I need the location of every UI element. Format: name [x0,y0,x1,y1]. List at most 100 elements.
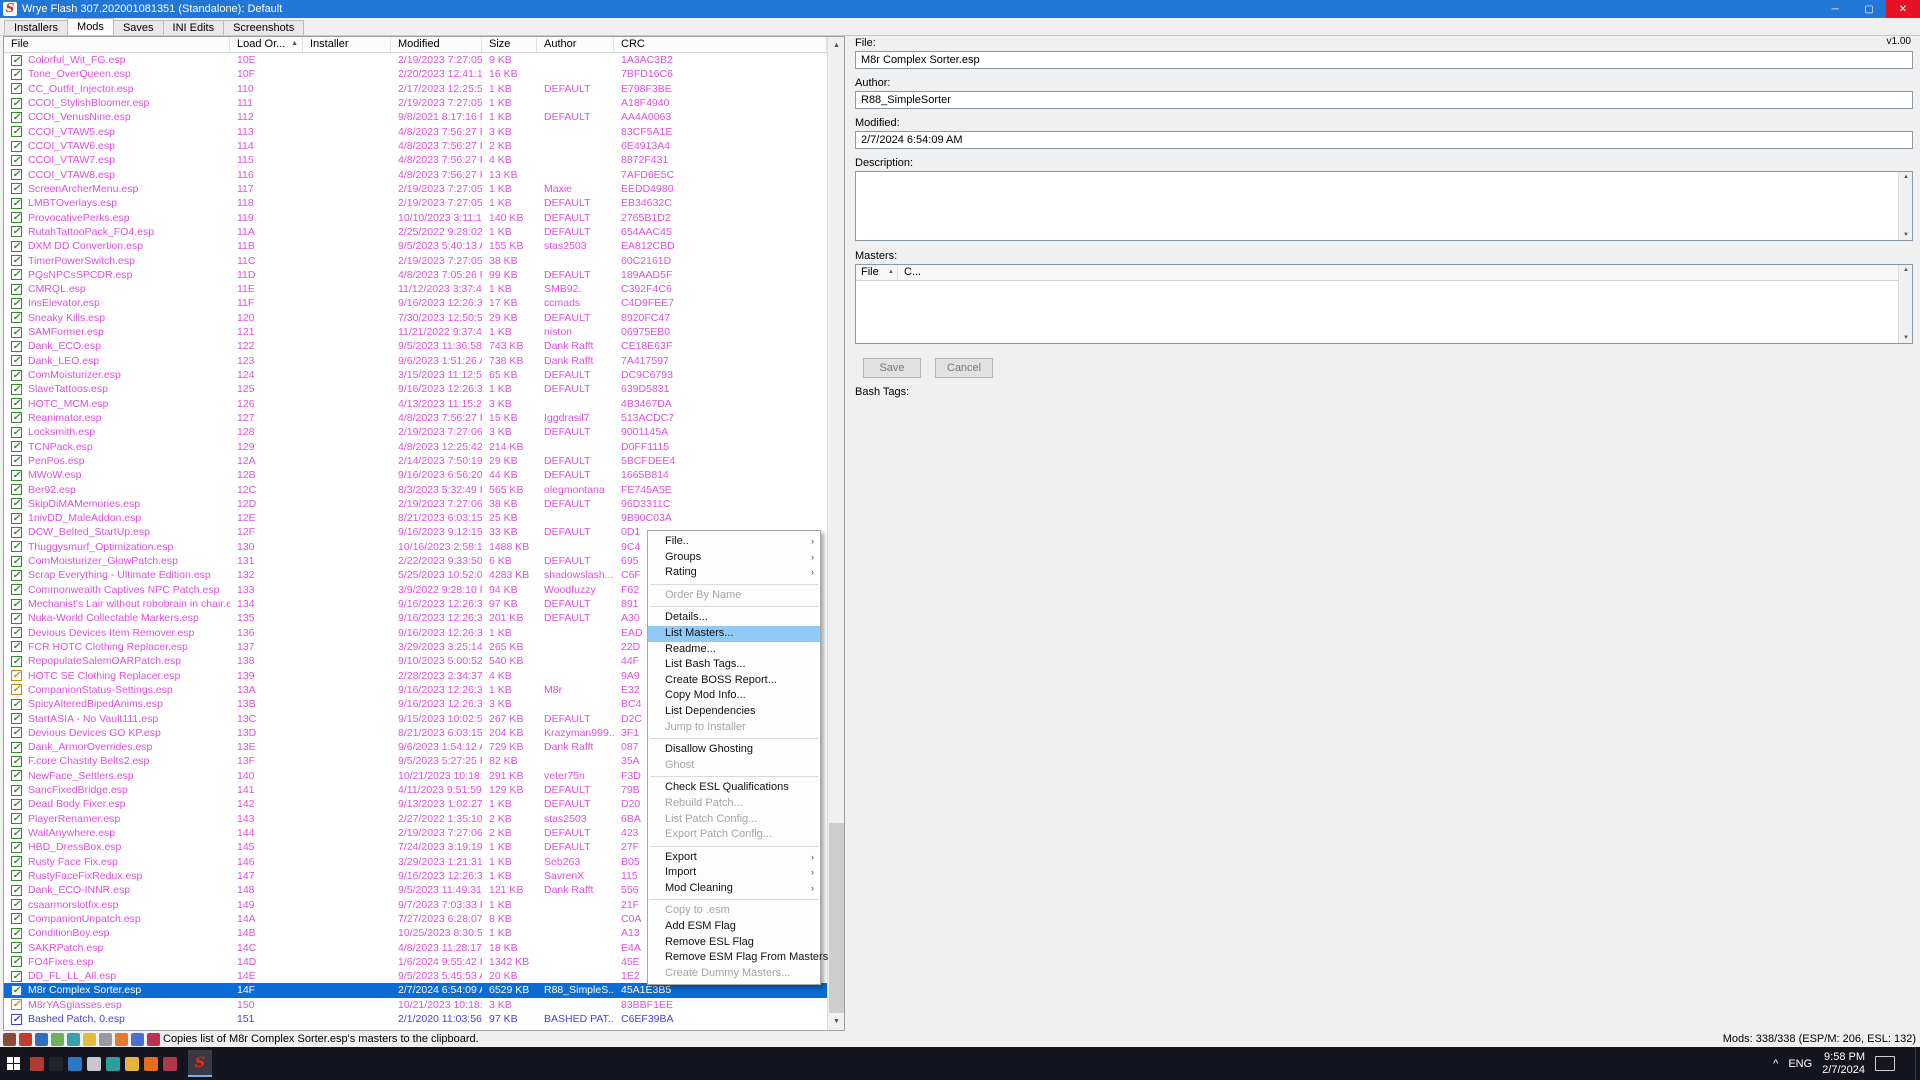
mod-row[interactable]: Ber92.esp 12C 8/3/2023 5:32:49 PM 565 KB… [4,482,827,496]
tab-mods[interactable]: Mods [67,18,114,35]
mod-checkbox[interactable] [11,341,22,352]
mod-checkbox[interactable] [11,212,22,223]
column-header-author[interactable]: Author [537,37,614,52]
maximize-button[interactable]: ▢ [1852,0,1886,18]
menu-item-rating[interactable]: Rating› [648,565,820,581]
mod-row[interactable]: Dank_ECO.esp 122 9/5/2023 11:36:58 PM 74… [4,339,827,353]
mod-row[interactable]: Tone_OverQueen.esp 10F 2/20/2023 12:41:1… [4,67,827,81]
column-header-modified[interactable]: Modified [391,37,482,52]
tray-chevron-icon[interactable]: ^ [1773,1058,1778,1070]
menu-item-groups[interactable]: Groups› [648,550,820,566]
mod-checkbox[interactable] [11,885,22,896]
mod-checkbox[interactable] [11,370,22,381]
description-field[interactable]: ▲ ▼ [855,171,1913,241]
language-indicator[interactable]: ENG [1788,1058,1812,1070]
menu-item-check-esl-qualifications[interactable]: Check ESL Qualifications [648,780,820,796]
mod-checkbox[interactable] [11,742,22,753]
mod-checkbox[interactable] [11,856,22,867]
taskbar-clock[interactable]: 9:58 PM 2/7/2024 [1822,1051,1865,1077]
mod-row[interactable]: Bashed Patch, 0.esp 151 2/1/2020 11:03:5… [4,1012,827,1026]
statusbar-launcher-icon-2[interactable] [19,1033,32,1046]
mod-row[interactable]: TCNPack.esp 129 4/8/2023 12:25:42 AM 214… [4,439,827,453]
masters-column-current[interactable]: C... [898,265,921,280]
menu-item-disallow-ghosting[interactable]: Disallow Ghosting [648,742,820,758]
save-button[interactable]: Save [863,358,921,378]
mod-row[interactable]: CCOI_VTAW5.esp 113 4/8/2023 7:56:27 PM 3… [4,125,827,139]
mod-checkbox[interactable] [11,556,22,567]
mod-checkbox[interactable] [11,83,22,94]
taskbar-app-icon-6[interactable] [125,1057,139,1071]
mod-row[interactable]: CMRQL.esp 11E 11/12/2023 3:37:49 ... 1 K… [4,282,827,296]
scroll-up-icon[interactable]: ▲ [1899,267,1913,273]
mod-row[interactable]: CCOI_VenusNine.esp 112 9/8/2021 8:17:16 … [4,110,827,124]
mod-checkbox[interactable] [11,226,22,237]
menu-item-remove-esl-flag[interactable]: Remove ESL Flag [648,935,820,951]
menu-item-import[interactable]: Import› [648,865,820,881]
tab-ini-edits[interactable]: INI Edits [163,20,225,35]
mod-row[interactable]: M8r Complex Sorter.esp 14F 2/7/2024 6:54… [4,983,827,997]
taskbar-app-icon-3[interactable] [68,1057,82,1071]
mod-checkbox[interactable] [11,756,22,767]
mod-checkbox[interactable] [11,985,22,996]
taskbar-app-icon-2[interactable] [49,1057,63,1071]
statusbar-launcher-icon-3[interactable] [35,1033,48,1046]
menu-item-copy-mod-info[interactable]: Copy Mod Info... [648,688,820,704]
mod-checkbox[interactable] [11,412,22,423]
mod-checkbox[interactable] [11,312,22,323]
mod-checkbox[interactable] [11,441,22,452]
scroll-down-icon[interactable]: ▼ [828,1013,845,1030]
mod-row[interactable]: CCOI_VTAW7.esp 115 4/8/2023 7:56:27 PM 4… [4,153,827,167]
mod-row[interactable]: SlaveTattoos.esp 125 9/16/2023 12:26:37 … [4,382,827,396]
mod-checkbox[interactable] [11,455,22,466]
menu-item-readme[interactable]: Readme... [648,642,820,658]
column-header-size[interactable]: Size [482,37,537,52]
mod-checkbox[interactable] [11,813,22,824]
description-scrollbar[interactable]: ▲ ▼ [1898,172,1912,240]
taskbar-app-icon-4[interactable] [87,1057,101,1071]
mod-checkbox[interactable] [11,470,22,481]
mod-checkbox[interactable] [11,956,22,967]
taskbar-app-icon-1[interactable] [30,1057,44,1071]
mod-row[interactable]: TimerPowerSwitch.esp 11C 2/19/2023 7:27:… [4,253,827,267]
scrollbar-thumb[interactable] [829,823,844,1013]
mod-checkbox[interactable] [11,670,22,681]
mod-checkbox[interactable] [11,770,22,781]
minimize-button[interactable]: ─ [1818,0,1852,18]
menu-item-remove-esm-flag-from-masters[interactable]: Remove ESM Flag From Masters [648,950,820,966]
mod-checkbox[interactable] [11,112,22,123]
scroll-down-icon[interactable]: ▼ [1899,335,1913,341]
mod-checkbox[interactable] [11,169,22,180]
statusbar-launcher-icon-10[interactable] [147,1033,160,1046]
menu-item-export[interactable]: Export› [648,850,820,866]
mod-row[interactable]: RutahTattooPack_FO4.esp 11A 2/25/2022 9:… [4,225,827,239]
mod-checkbox[interactable] [11,828,22,839]
modified-field[interactable]: 2/7/2024 6:54:09 AM [855,131,1913,149]
tab-installers[interactable]: Installers [4,20,68,35]
mod-checkbox[interactable] [11,155,22,166]
mod-checkbox[interactable] [11,255,22,266]
statusbar-launcher-icon-4[interactable] [51,1033,64,1046]
mod-checkbox[interactable] [11,69,22,80]
masters-column-file[interactable]: File ▲ [856,265,898,280]
mod-row[interactable]: CCOI_VTAW6.esp 114 4/8/2023 7:56:27 PM 2… [4,139,827,153]
mod-row[interactable]: ScreenArcherMenu.esp 117 2/19/2023 7:27:… [4,182,827,196]
mod-checkbox[interactable] [11,269,22,280]
mod-checkbox[interactable] [11,713,22,724]
file-field[interactable]: M8r Complex Sorter.esp [855,51,1913,69]
mod-checkbox[interactable] [11,183,22,194]
mod-checkbox[interactable] [11,513,22,524]
mod-checkbox[interactable] [11,928,22,939]
mod-row[interactable]: 1nivDD_MaleAddon.esp 12E 8/21/2023 6:03:… [4,511,827,525]
mod-checkbox[interactable] [11,398,22,409]
column-header-installer[interactable]: Installer [303,37,391,52]
mod-row[interactable]: CCOI_VTAW8.esp 116 4/8/2023 7:56:27 PM 1… [4,168,827,182]
menu-item-create-boss-report[interactable]: Create BOSS Report... [648,673,820,689]
mod-row[interactable]: CCOI_StylishBloomer.esp 111 2/19/2023 7:… [4,96,827,110]
mod-checkbox[interactable] [11,870,22,881]
mod-checkbox[interactable] [11,971,22,982]
mod-checkbox[interactable] [11,999,22,1010]
mods-scrollbar[interactable]: ▲ ▼ [827,37,844,1030]
cancel-button[interactable]: Cancel [935,358,993,378]
bash-tags-area[interactable] [855,400,1913,1030]
mod-checkbox[interactable] [11,570,22,581]
